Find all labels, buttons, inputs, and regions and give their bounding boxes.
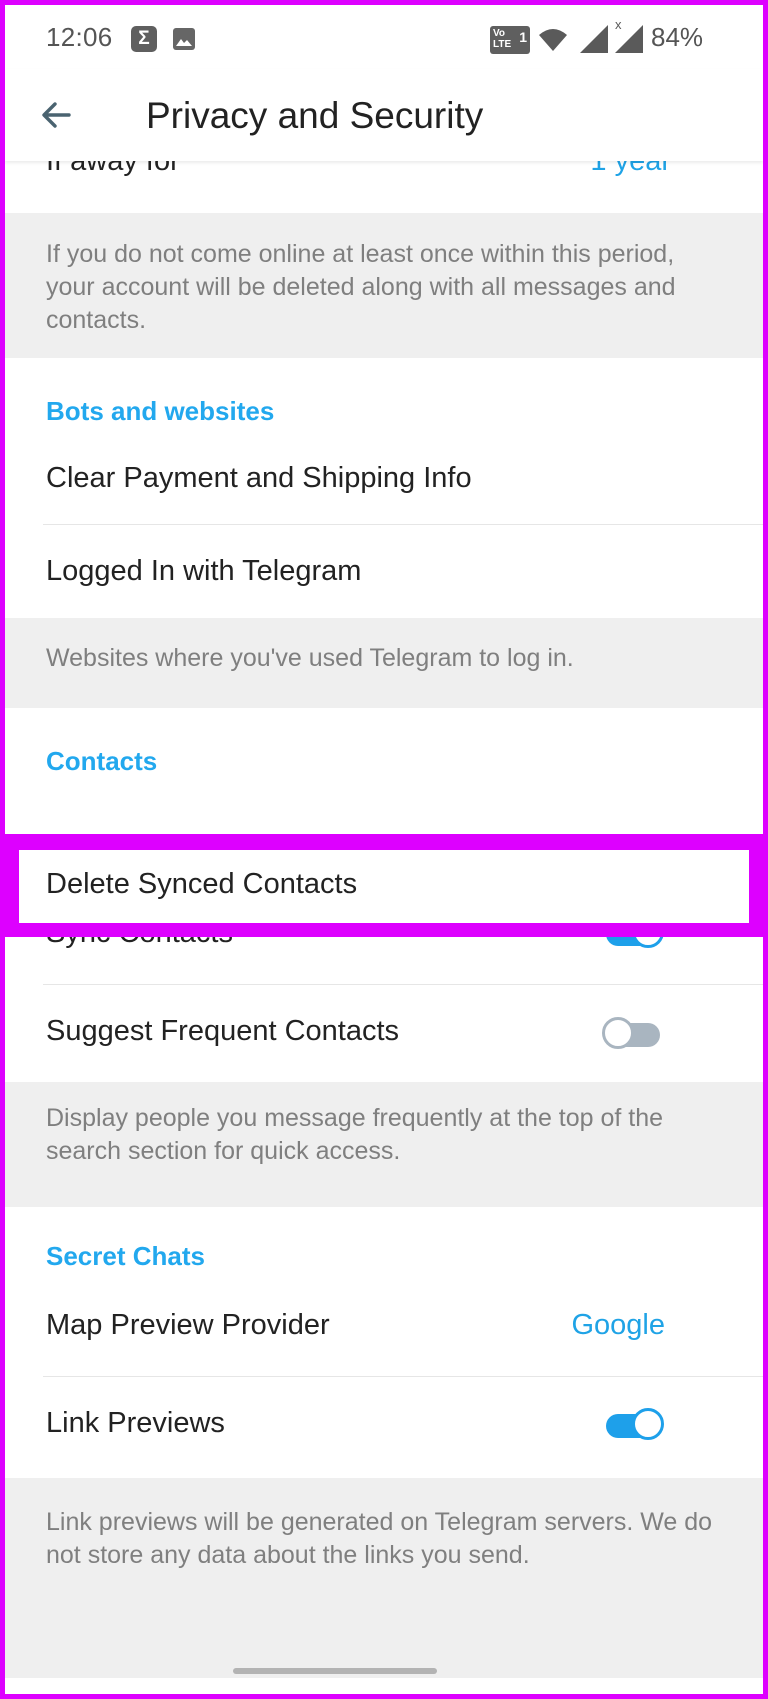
signal-icon xyxy=(580,25,608,58)
section-header-contacts: Contacts xyxy=(5,708,763,787)
back-button[interactable] xyxy=(35,93,79,137)
highlight-annotation: Delete Synced Contacts xyxy=(5,834,763,937)
delete-synced-contacts-label: Delete Synced Contacts xyxy=(46,868,358,900)
volte-icon: Vo LTE 1 xyxy=(490,26,530,54)
sigma-icon: Σ xyxy=(131,26,157,52)
link-previews-row[interactable]: Link Previews xyxy=(5,1377,763,1478)
volte-label: Vo xyxy=(493,28,506,39)
toggle-knob xyxy=(602,1017,634,1049)
secret-chats-header-label: Secret Chats xyxy=(46,1241,205,1271)
suggest-frequent-contacts-row[interactable]: Suggest Frequent Contacts xyxy=(5,985,763,1082)
link-previews-info-text: Link previews will be generated on Teleg… xyxy=(46,1508,713,1569)
status-time: 12:06 xyxy=(46,22,113,52)
logged-in-label: Logged In with Telegram xyxy=(46,555,362,587)
suggest-frequent-label: Suggest Frequent Contacts xyxy=(46,1015,400,1047)
account-deletion-info: If you do not come online at least once … xyxy=(5,213,763,358)
link-previews-toggle[interactable] xyxy=(602,1408,666,1442)
logged-in-info: Websites where you've used Telegram to l… xyxy=(5,618,763,708)
link-previews-info: Link previews will be generated on Teleg… xyxy=(5,1478,763,1678)
signal-no-data-icon: x xyxy=(615,17,643,58)
clear-payment-label: Clear Payment and Shipping Info xyxy=(46,462,472,494)
section-header-bots: Bots and websites xyxy=(5,358,763,430)
sim-slot-label: 1 xyxy=(519,29,527,45)
map-preview-label: Map Preview Provider xyxy=(46,1309,330,1341)
suggest-frequent-info: Display people you message frequently at… xyxy=(5,1082,763,1207)
delete-synced-contacts-row[interactable]: Delete Synced Contacts xyxy=(19,850,749,923)
lte-label: LTE xyxy=(493,39,512,50)
if-away-for-row[interactable]: If away for 1 year xyxy=(5,161,763,213)
image-icon xyxy=(173,28,195,50)
toggle-knob xyxy=(632,1408,664,1440)
if-away-value: 1 year xyxy=(590,161,671,177)
account-deletion-info-text: If you do not come online at least once … xyxy=(46,240,676,334)
phone-screen: 12:06 Σ Vo LTE 1 x 84% Privacy and Secur… xyxy=(5,5,763,1694)
no-data-mark: x xyxy=(615,17,622,32)
gesture-home-bar[interactable] xyxy=(233,1668,437,1674)
wifi-icon xyxy=(538,27,568,58)
suggest-frequent-toggle[interactable] xyxy=(602,1017,666,1051)
if-away-label: If away for xyxy=(46,161,180,177)
status-bar: 12:06 Σ Vo LTE 1 x 84% xyxy=(5,5,763,69)
logged-in-info-text: Websites where you've used Telegram to l… xyxy=(46,644,574,672)
bots-header-label: Bots and websites xyxy=(46,396,275,426)
logged-in-with-telegram-row[interactable]: Logged In with Telegram xyxy=(5,525,763,618)
arrow-left-icon xyxy=(42,102,71,128)
suggest-frequent-info-text: Display people you message frequently at… xyxy=(46,1104,664,1165)
link-previews-label: Link Previews xyxy=(46,1407,225,1439)
map-preview-value: Google xyxy=(571,1309,665,1341)
battery-percent: 84% xyxy=(651,22,704,52)
page-title: Privacy and Security xyxy=(146,95,484,136)
app-header: Privacy and Security xyxy=(5,69,763,161)
section-header-secret-chats: Secret Chats xyxy=(5,1207,763,1279)
clear-payment-row[interactable]: Clear Payment and Shipping Info xyxy=(5,430,763,525)
contacts-header-label: Contacts xyxy=(46,746,158,776)
map-preview-provider-row[interactable]: Map Preview Provider Google xyxy=(5,1279,763,1377)
